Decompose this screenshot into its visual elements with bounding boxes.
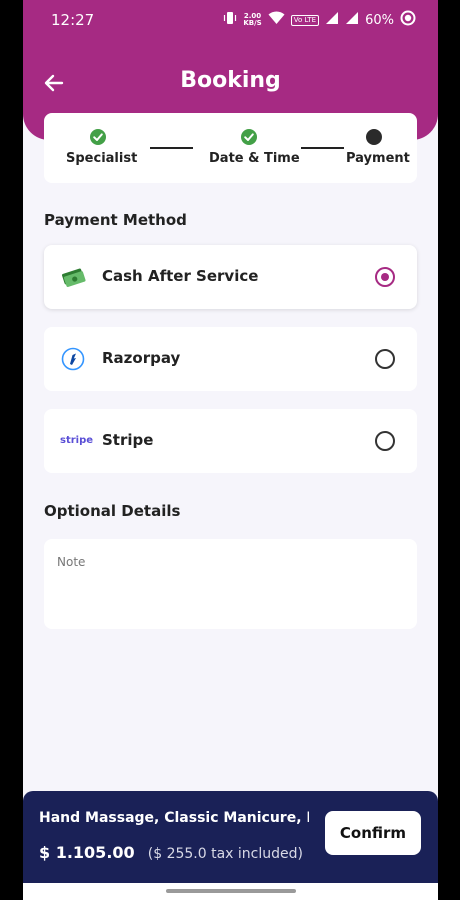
step-connector [301,147,344,149]
net-speed: 2.00 KB/S [243,13,261,27]
payment-option-stripe[interactable]: stripe Stripe [44,409,417,473]
selected-services: Hand Massage, Classic Manicure, Pe [39,810,309,826]
status-icons: 2.00 KB/S Vo LTE 60% [223,10,416,30]
battery-percent: 60% [365,12,394,28]
step-connector [150,147,193,149]
price-row: $ 1.105.00 ($ 255.0 tax included) [39,843,303,862]
note-input[interactable] [44,539,417,629]
step-payment: Payment [342,113,417,183]
confirm-button[interactable]: Confirm [325,811,421,855]
step-label: Date & Time [209,151,300,166]
signal-icon [345,11,359,29]
radio-unselected[interactable] [375,349,395,369]
radio-selected[interactable] [375,267,395,287]
status-bar: 12:27 2.00 KB/S Vo LTE 60% [23,0,438,40]
status-time: 12:27 [51,11,95,29]
checkout-bar: Hand Massage, Classic Manicure, Pe $ 1.1… [23,791,438,883]
signal-icon [325,11,339,29]
payment-option-cash[interactable]: Cash After Service [44,245,417,309]
check-circle-icon [90,129,106,145]
payment-option-razorpay[interactable]: Razorpay [44,327,417,391]
payment-option-label: Cash After Service [102,267,259,285]
step-date-time: Date & Time [194,113,304,183]
stripe-logo: stripe [60,435,94,446]
payment-method-title: Payment Method [44,211,187,229]
payment-option-label: Razorpay [102,349,181,367]
total-price: $ 1.105.00 [39,843,135,862]
tax-note: ($ 255.0 tax included) [147,846,303,862]
navigation-area [23,883,438,900]
razorpay-icon [60,347,86,371]
note-field[interactable] [44,539,417,629]
page-title: Booking [180,68,281,93]
booking-screen: 12:27 2.00 KB/S Vo LTE 60% Booking Speci… [23,0,438,900]
cash-icon [60,265,86,289]
payment-option-label: Stripe [102,431,154,449]
step-label: Specialist [66,151,138,166]
wifi-icon [268,11,285,29]
step-specialist: Specialist [44,113,152,183]
gesture-handle[interactable] [166,889,296,893]
volte-badge: Vo LTE [290,14,320,26]
battery-ring-icon [400,10,416,30]
radio-unselected[interactable] [375,431,395,451]
step-label: Payment [346,151,410,166]
booking-stepper: Specialist Date & Time Payment [44,113,417,183]
optional-details-title: Optional Details [44,502,181,520]
check-circle-icon [241,129,257,145]
current-step-dot [366,129,382,145]
vibrate-icon [223,11,237,29]
net-speed-unit: KB/S [243,19,262,27]
